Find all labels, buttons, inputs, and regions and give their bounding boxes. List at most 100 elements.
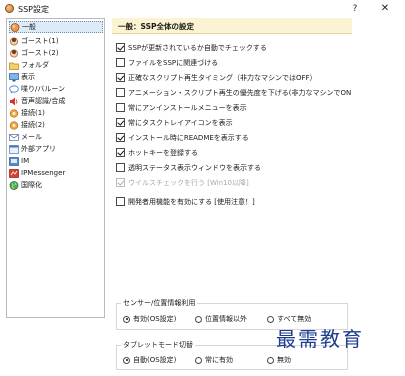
- checkbox[interactable]: [116, 133, 125, 142]
- sidebar-item-label: 一般: [22, 23, 36, 31]
- sidebar-item-balloon[interactable]: 喋り/バルーン: [9, 83, 103, 95]
- sidebar-item-ipmessenger[interactable]: IPMessenger: [9, 167, 103, 179]
- sidebar-item-label: IPMessenger: [21, 169, 66, 177]
- option-always-show-uninstall-menu[interactable]: 常にアンインストールメニューを表示: [116, 102, 247, 113]
- sidebar-item-im[interactable]: IM: [9, 155, 103, 167]
- option-label: 常にタスクトレイアイコンを表示: [128, 118, 233, 127]
- sidebar-item-general[interactable]: 一般: [9, 21, 103, 33]
- option-label: ファイルをSSPに関連づける: [128, 58, 219, 67]
- panel-title: 一般：SSP全体の設定: [118, 22, 194, 31]
- close-button[interactable]: ✕: [375, 2, 395, 16]
- ssp-app-icon: [5, 4, 14, 13]
- radio-label: 常に有効: [205, 356, 233, 364]
- sidebar-item-label: 国際化: [21, 181, 42, 189]
- option-register-hotkey[interactable]: ホットキーを登録する: [116, 147, 198, 158]
- option-label: 透明ステータス表示ウィンドウを表示する: [128, 163, 261, 172]
- sidebar-item-i18n[interactable]: 国際化: [9, 179, 103, 191]
- checkbox[interactable]: [116, 163, 125, 172]
- radio-label: 無効: [277, 356, 291, 364]
- radio-sensor-except-location[interactable]: 位置情報以外: [195, 314, 247, 324]
- option-label: インストール時にREADMEを表示する: [128, 133, 249, 142]
- sidebar-item-mail[interactable]: メール: [9, 131, 103, 143]
- sidebar-item-voice[interactable]: 音声認識/合成: [9, 95, 103, 107]
- globe-icon: [9, 180, 19, 190]
- option-label: 開発者用機能を有効にする [使用注意！]: [128, 197, 255, 206]
- option-label: アニメーション・スクリプト再生の優先度を下げる(非力なマシンでON: [128, 88, 352, 97]
- radio-label: 有効(OS設定): [133, 315, 177, 323]
- connection-icon: [9, 108, 19, 118]
- option-show-readme-on-install[interactable]: インストール時にREADMEを表示する: [116, 132, 249, 143]
- radio-tablet-always-on[interactable]: 常に有効: [195, 355, 233, 365]
- sidebar-item-display[interactable]: 表示: [9, 71, 103, 83]
- checkbox[interactable]: [116, 103, 125, 112]
- checkbox[interactable]: [116, 148, 125, 157]
- option-lower-animation-priority[interactable]: アニメーション・スクリプト再生の優先度を下げる(非力なマシンでON: [116, 87, 351, 98]
- sidebar-item-connection-2[interactable]: 接続(2): [9, 119, 103, 131]
- sidebar-item-label: 音声認識/合成: [21, 97, 66, 105]
- radio-sensor-os-setting[interactable]: 有効(OS設定): [123, 314, 176, 324]
- option-label: SSPが更新されているか自動でチェックする: [128, 43, 267, 52]
- checkbox[interactable]: [116, 43, 125, 52]
- settings-sidebar: 一般 ゴースト(1) ゴースト(2) フォルダ 表示 喋り/バルーン 音声認識/…: [6, 18, 105, 318]
- option-always-show-tray-icon[interactable]: 常にタスクトレイアイコンを表示: [116, 117, 233, 128]
- option-accurate-script-timing[interactable]: 正確なスクリプト再生タイミング（非力なマシンではOFF）: [116, 72, 317, 83]
- radio-button[interactable]: [123, 356, 130, 364]
- sidebar-item-label: ゴースト(1): [21, 37, 59, 45]
- sidebar-item-external-app[interactable]: 外部アプリ: [9, 143, 103, 155]
- option-auto-update-check[interactable]: SSPが更新されているか自動でチェックする: [116, 42, 267, 53]
- folder-icon: [9, 61, 19, 70]
- external-app-icon: [9, 144, 19, 154]
- radio-button[interactable]: [195, 315, 202, 323]
- help-button[interactable]: ?: [345, 2, 365, 16]
- watermark-text: 最需教育: [276, 327, 364, 351]
- option-file-association[interactable]: ファイルをSSPに関連づける: [116, 57, 218, 68]
- option-transparent-status-window[interactable]: 透明ステータス表示ウィンドウを表示する: [116, 162, 261, 173]
- sidebar-item-label: 接続(1): [21, 109, 45, 117]
- sidebar-item-ghost-2[interactable]: ゴースト(2): [9, 47, 103, 59]
- ssp-app-icon: [10, 22, 20, 32]
- radio-button[interactable]: [267, 356, 274, 364]
- sidebar-item-folder[interactable]: フォルダ: [9, 59, 103, 71]
- sidebar-item-label: フォルダ: [21, 61, 49, 69]
- connection-icon: [9, 120, 19, 130]
- checkbox[interactable]: [116, 118, 125, 127]
- checkbox: [116, 178, 125, 187]
- title-bar: SSP設定 ? ✕: [0, 0, 405, 18]
- sidebar-item-label: 接続(2): [21, 121, 45, 129]
- im-icon: [9, 156, 19, 166]
- checkbox[interactable]: [116, 73, 125, 82]
- ipmessenger-icon: [9, 168, 19, 178]
- sidebar-item-label: 表示: [21, 73, 35, 81]
- balloon-icon: [9, 84, 19, 94]
- radio-button[interactable]: [123, 315, 130, 323]
- sidebar-item-ghost-1[interactable]: ゴースト(1): [9, 35, 103, 47]
- radio-button[interactable]: [195, 356, 202, 364]
- speaker-icon: [9, 97, 19, 106]
- radio-label: 位置情報以外: [205, 315, 247, 323]
- sidebar-item-label: IM: [21, 157, 30, 165]
- radio-tablet-disabled[interactable]: 無効: [267, 355, 291, 365]
- sidebar-item-label: メール: [21, 133, 42, 141]
- sidebar-item-label: ゴースト(2): [21, 49, 59, 57]
- option-label: ウイルスチェックを行う [Win10以降]: [128, 178, 249, 187]
- radio-button[interactable]: [267, 315, 274, 323]
- checkbox[interactable]: [116, 197, 125, 206]
- checkbox[interactable]: [116, 88, 125, 97]
- checkbox[interactable]: [116, 58, 125, 67]
- sidebar-item-connection-1[interactable]: 接続(1): [9, 107, 103, 119]
- group-title: センサー/位置情報利用: [121, 298, 198, 308]
- ghost-icon: [9, 37, 19, 46]
- option-label: 正確なスクリプト再生タイミング（非力なマシンではOFF）: [128, 73, 317, 82]
- window-title: SSP設定: [18, 5, 49, 14]
- radio-label: 自動(OS設定): [133, 356, 177, 364]
- group-title: タブレットモード切替: [121, 340, 195, 350]
- ghost-icon: [9, 49, 19, 58]
- radio-tablet-auto[interactable]: 自動(OS設定): [123, 355, 176, 365]
- option-developer-features[interactable]: 開発者用機能を有効にする [使用注意！]: [116, 196, 255, 207]
- display-icon: [9, 72, 19, 82]
- sidebar-item-label: 喋り/バルーン: [21, 85, 66, 93]
- option-label: ホットキーを登録する: [128, 148, 198, 157]
- panel-header: 一般：SSP全体の設定: [112, 18, 352, 34]
- mail-icon: [9, 133, 19, 142]
- sidebar-item-label: 外部アプリ: [21, 145, 56, 153]
